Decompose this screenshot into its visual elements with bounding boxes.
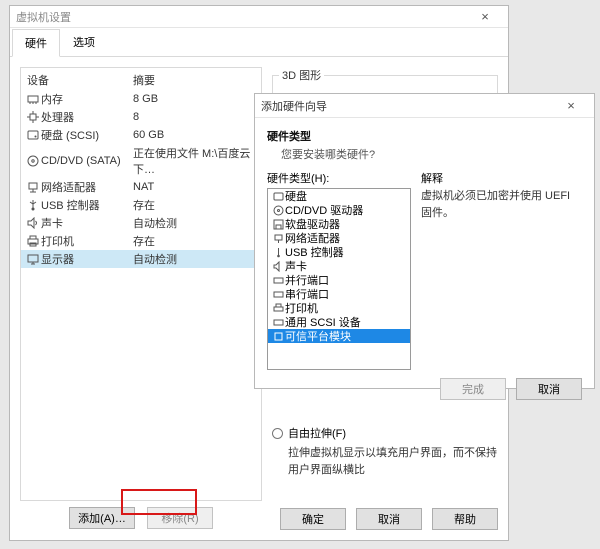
close-icon[interactable]: × bbox=[554, 98, 588, 113]
display-icon bbox=[25, 253, 41, 265]
device-list-header: 设备 摘要 bbox=[21, 68, 261, 90]
device-name: 声卡 bbox=[41, 215, 133, 231]
disk-icon bbox=[25, 129, 41, 141]
tpm-icon bbox=[271, 331, 285, 342]
device-row[interactable]: 网络适配器 NAT bbox=[21, 178, 261, 196]
device-val: 8 GB bbox=[133, 93, 257, 105]
list-item[interactable]: 硬盘 bbox=[268, 189, 410, 203]
device-name: 内存 bbox=[41, 91, 133, 107]
wizard-heading: 硬件类型 bbox=[267, 128, 582, 144]
wizard-titlebar: 添加硬件向导 × bbox=[255, 94, 594, 118]
finish-button[interactable]: 完成 bbox=[440, 378, 506, 400]
wizard-columns: 硬件类型(H): 硬盘 CD/DVD 驱动器 软盘驱动器 网络适配器 USB 控… bbox=[267, 170, 582, 370]
list-item[interactable]: 软盘驱动器 bbox=[268, 217, 410, 231]
add-hardware-wizard: 添加硬件向导 × 硬件类型 您要安装哪类硬件? 硬件类型(H): 硬盘 CD/D… bbox=[254, 93, 595, 389]
help-button[interactable]: 帮助 bbox=[432, 508, 498, 530]
device-list: 设备 摘要 内存 8 GB 处理器 8 硬盘 (SCSI) 60 G bbox=[20, 67, 262, 501]
list-item-label: 可信平台模块 bbox=[285, 328, 351, 344]
device-name: 硬盘 (SCSI) bbox=[41, 127, 133, 143]
network-icon bbox=[271, 233, 285, 244]
device-row[interactable]: USB 控制器 存在 bbox=[21, 196, 261, 214]
disk-icon bbox=[271, 191, 285, 202]
device-name: USB 控制器 bbox=[41, 197, 133, 213]
printer-icon bbox=[25, 235, 41, 247]
list-item[interactable]: 通用 SCSI 设备 bbox=[268, 315, 410, 329]
device-val: 存在 bbox=[133, 233, 257, 249]
parallel-icon bbox=[271, 275, 285, 286]
wizard-footer: 完成 取消 bbox=[255, 370, 594, 408]
device-val: 自动检测 bbox=[133, 251, 257, 267]
floppy-icon bbox=[271, 219, 285, 230]
device-val: 正在使用文件 M:\百度云下… bbox=[133, 145, 257, 177]
add-remove-bar: 添加(A)… 移除(R) bbox=[20, 501, 262, 535]
device-row[interactable]: 处理器 8 bbox=[21, 108, 261, 126]
device-name: 显示器 bbox=[41, 251, 133, 267]
device-val: 8 bbox=[133, 111, 257, 123]
tab-options[interactable]: 选项 bbox=[60, 28, 108, 56]
device-row[interactable]: 打印机 存在 bbox=[21, 232, 261, 250]
device-name: 网络适配器 bbox=[41, 179, 133, 195]
device-val: 存在 bbox=[133, 197, 257, 213]
list-item[interactable]: 并行端口 bbox=[268, 273, 410, 287]
device-val: 60 GB bbox=[133, 129, 257, 141]
sound-icon bbox=[271, 261, 285, 272]
list-item[interactable]: 声卡 bbox=[268, 259, 410, 273]
device-row[interactable]: 声卡 自动检测 bbox=[21, 214, 261, 232]
add-button[interactable]: 添加(A)… bbox=[69, 507, 135, 529]
cd-icon bbox=[271, 205, 285, 216]
hdr-device: 设备 bbox=[27, 72, 133, 88]
device-val: 自动检测 bbox=[133, 215, 257, 231]
usb-icon bbox=[25, 199, 41, 211]
device-row[interactable]: CD/DVD (SATA) 正在使用文件 M:\百度云下… bbox=[21, 144, 261, 178]
list-item[interactable]: 网络适配器 bbox=[268, 231, 410, 245]
list-item[interactable]: USB 控制器 bbox=[268, 245, 410, 259]
printer-icon bbox=[271, 303, 285, 314]
list-item[interactable]: 可信平台模块 bbox=[268, 329, 410, 343]
hardware-types-col: 硬件类型(H): 硬盘 CD/DVD 驱动器 软盘驱动器 网络适配器 USB 控… bbox=[267, 170, 411, 370]
free-stretch-input[interactable] bbox=[272, 428, 283, 439]
wizard-title: 添加硬件向导 bbox=[261, 98, 554, 114]
ok-button[interactable]: 确定 bbox=[280, 508, 346, 530]
device-panel-wrap: 设备 摘要 内存 8 GB 处理器 8 硬盘 (SCSI) 60 G bbox=[20, 67, 262, 535]
remove-button[interactable]: 移除(R) bbox=[147, 507, 213, 529]
network-icon bbox=[25, 181, 41, 193]
free-stretch-radio[interactable]: 自由拉伸(F) bbox=[272, 425, 498, 441]
settings-footer: 确定 取消 帮助 bbox=[270, 500, 508, 540]
device-name: CD/DVD (SATA) bbox=[41, 155, 133, 167]
hw-type-list[interactable]: 硬盘 CD/DVD 驱动器 软盘驱动器 网络适配器 USB 控制器 声卡 并行端… bbox=[267, 188, 411, 370]
usb-icon bbox=[271, 247, 285, 258]
wizard-body: 硬件类型 您要安装哪类硬件? 硬件类型(H): 硬盘 CD/DVD 驱动器 软盘… bbox=[255, 118, 594, 370]
tab-hardware[interactable]: 硬件 bbox=[12, 29, 60, 57]
hw-list-label: 硬件类型(H): bbox=[267, 170, 411, 186]
settings-title: 虚拟机设置 bbox=[16, 9, 468, 25]
group-3d-title: 3D 图形 bbox=[279, 67, 324, 83]
wizard-cancel-button[interactable]: 取消 bbox=[516, 378, 582, 400]
settings-tabs: 硬件 选项 bbox=[10, 28, 508, 57]
device-val: NAT bbox=[133, 181, 257, 193]
list-item[interactable]: 串行端口 bbox=[268, 287, 410, 301]
free-stretch-desc: 拉伸虚拟机显示以填充用户界面，而不保持用户界面纵横比 bbox=[288, 445, 498, 478]
cpu-icon bbox=[25, 111, 41, 123]
cancel-button[interactable]: 取消 bbox=[356, 508, 422, 530]
device-row[interactable]: 硬盘 (SCSI) 60 GB bbox=[21, 126, 261, 144]
cd-icon bbox=[25, 155, 41, 167]
description-label: 解释 bbox=[421, 170, 582, 186]
scsi-icon bbox=[271, 317, 285, 328]
device-row[interactable]: 内存 8 GB bbox=[21, 90, 261, 108]
list-item[interactable]: 打印机 bbox=[268, 301, 410, 315]
device-name: 处理器 bbox=[41, 109, 133, 125]
device-name: 打印机 bbox=[41, 233, 133, 249]
wizard-sub: 您要安装哪类硬件? bbox=[281, 146, 582, 162]
free-stretch-label: 自由拉伸(F) bbox=[288, 425, 346, 441]
settings-titlebar: 虚拟机设置 × bbox=[10, 6, 508, 28]
serial-icon bbox=[271, 289, 285, 300]
description-col: 解释 虚拟机必须已加密并使用 UEFI 固件。 bbox=[421, 170, 582, 370]
memory-icon bbox=[25, 93, 41, 105]
hdr-summary: 摘要 bbox=[133, 72, 155, 88]
description-text: 虚拟机必须已加密并使用 UEFI 固件。 bbox=[421, 188, 582, 221]
sound-icon bbox=[25, 217, 41, 229]
device-row[interactable]: 显示器 自动检测 bbox=[21, 250, 261, 268]
list-item[interactable]: CD/DVD 驱动器 bbox=[268, 203, 410, 217]
close-icon[interactable]: × bbox=[468, 9, 502, 24]
